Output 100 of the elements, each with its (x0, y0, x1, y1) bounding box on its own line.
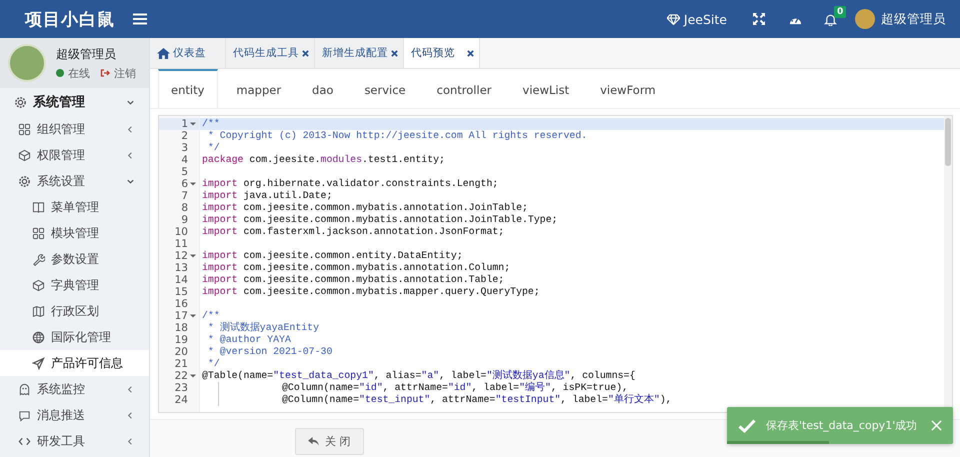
avatar-circle[interactable] (855, 9, 875, 29)
page-tab[interactable]: 仪表盘 (150, 38, 226, 68)
toast-message: 保存表'test_data_copy1'成功 (766, 418, 918, 433)
fold-arrow-icon[interactable] (190, 373, 196, 379)
paper-plane-icon (32, 356, 45, 370)
menu-item[interactable]: 字典管理 (0, 272, 149, 298)
fold-arrow-icon[interactable] (190, 121, 196, 127)
line-number: 22 (174, 370, 188, 382)
gear-icon (18, 174, 31, 188)
code-line: /** (202, 310, 220, 321)
line-number: 21 (174, 358, 188, 370)
menu-item[interactable]: 国际化管理 (0, 324, 149, 350)
line-number: 13 (174, 262, 188, 274)
code-line: * @version 2021-07-30 (206, 346, 332, 357)
menu-item[interactable]: 产品许可信息 (0, 350, 149, 376)
diamond-icon (666, 14, 680, 24)
code-line: */ (206, 142, 220, 153)
line-number: 19 (174, 334, 188, 346)
line-number: 11 (174, 238, 188, 250)
menu-item[interactable]: 组织管理 (0, 116, 149, 142)
menu-item[interactable]: 系统监控 (0, 376, 149, 402)
line-number: 7 (181, 190, 188, 202)
code-line: @Table(name="test_data_copy1", alias="a", label="测试数据ya信息", columns={ (202, 370, 636, 381)
line-number: 23 (174, 382, 188, 394)
fold-arrow-icon[interactable] (190, 181, 196, 187)
line-number: 24 (174, 394, 188, 406)
code-line: import com.fasterxml.jackson.annotation.JsonFormat; (202, 226, 504, 237)
fold-arrow-icon[interactable] (190, 253, 196, 259)
close-icon[interactable] (302, 50, 309, 56)
code-line: package com.jeesite.modules.test1.entity; (202, 154, 445, 165)
logout-link[interactable]: 注销 (114, 66, 136, 80)
ghost-icon (18, 382, 31, 396)
code-tab[interactable]: mapper (224, 69, 294, 108)
menu-item[interactable]: 菜单管理 (0, 194, 149, 220)
code-line: /** (202, 118, 220, 129)
menu-icon[interactable] (133, 13, 147, 25)
grid-icon (18, 122, 31, 136)
code-line: */ (206, 358, 220, 369)
menu-item[interactable]: 消息推送 (0, 402, 149, 428)
page-tab[interactable]: 代码生成工具 (226, 38, 315, 68)
close-icon[interactable] (391, 50, 398, 56)
reply-icon (308, 437, 319, 446)
line-number: 16 (174, 298, 188, 310)
menu-item[interactable]: 研发工具 (0, 428, 149, 454)
line-number: 10 (174, 226, 188, 238)
code-line: import com.jeesite.common.mybatis.annotation.Column; (202, 262, 510, 273)
code-tab[interactable]: entity (158, 69, 218, 108)
cube-icon (18, 148, 31, 162)
code-line: import com.jeesite.common.mybatis.annotation.Table; (202, 274, 504, 285)
bell-icon[interactable] (824, 12, 837, 26)
code-editor[interactable] (158, 115, 953, 413)
menu-group[interactable]: 系统管理 (0, 88, 149, 116)
menu-item[interactable]: 参数设置 (0, 246, 149, 272)
cube-icon (32, 278, 45, 292)
menu-item[interactable]: 模块管理 (0, 220, 149, 246)
fold-arrow-icon[interactable] (190, 313, 196, 319)
avatar-circle (8, 44, 46, 82)
site-link[interactable]: JeeSite (652, 12, 741, 26)
code-tab[interactable]: viewForm (588, 69, 669, 108)
menu-item[interactable]: 行政区划 (0, 298, 149, 324)
line-number: 4 (181, 154, 188, 166)
code-line: * Copyright (c) 2013-Now http://jeesite.com All rights reserved. (206, 130, 588, 141)
menu-item[interactable]: 权限管理 (0, 142, 149, 168)
code-line: * @author YAYA (206, 334, 291, 345)
page-tab[interactable]: 代码预览 (404, 38, 480, 68)
line-number: 5 (181, 166, 188, 178)
map-icon (32, 304, 45, 318)
logout-icon (100, 68, 110, 78)
code-tab[interactable]: viewList (510, 69, 582, 108)
line-number: 20 (174, 346, 188, 358)
menu-item[interactable]: 系统设置 (0, 168, 149, 194)
code-line: @Column(name="test_input", attrName="testInput", label="单行文本"), (282, 394, 672, 405)
book-icon (32, 200, 45, 214)
code-line: @Column(name="id", attrName="id", label="编号", isPK=true), (282, 382, 628, 393)
code-line: import com.jeesite.common.mybatis.mapper.query.QueryType; (202, 286, 540, 297)
code-tab[interactable]: controller (424, 69, 505, 108)
page-tab[interactable]: 新增生成配置 (315, 38, 404, 68)
globe-icon (32, 330, 45, 344)
chat-icon (18, 408, 31, 422)
code-line: import com.jeesite.common.entity.DataEntity; (202, 250, 463, 261)
user-name: 超级管理员 (56, 46, 117, 62)
gear-icon (14, 96, 27, 108)
line-number: 18 (174, 322, 188, 334)
line-number: 17 (174, 310, 188, 322)
line-number: 15 (174, 286, 188, 298)
code-tab[interactable]: service (352, 69, 419, 108)
status-text: 在线 (68, 66, 90, 80)
app-logo: 项目小白鼠 (25, 8, 115, 30)
code-tab[interactable]: dao (300, 69, 346, 108)
code-line: import org.hibernate.validator.constraints.Length; (202, 178, 498, 189)
close-icon[interactable] (467, 50, 474, 56)
code-line: import com.jeesite.common.mybatis.annotation.JoinTable; (202, 202, 528, 213)
line-number: 6 (181, 178, 188, 190)
close-button[interactable]: 关 闭 (295, 428, 364, 455)
notification-badge: 0 (834, 6, 846, 18)
line-number: 2 (181, 130, 188, 142)
fullscreen-icon[interactable] (753, 13, 765, 25)
user-name[interactable]: 超级管理员 (881, 10, 946, 28)
line-number: 14 (174, 274, 188, 286)
code-line: * 测试数据yayaEntity (206, 322, 320, 333)
